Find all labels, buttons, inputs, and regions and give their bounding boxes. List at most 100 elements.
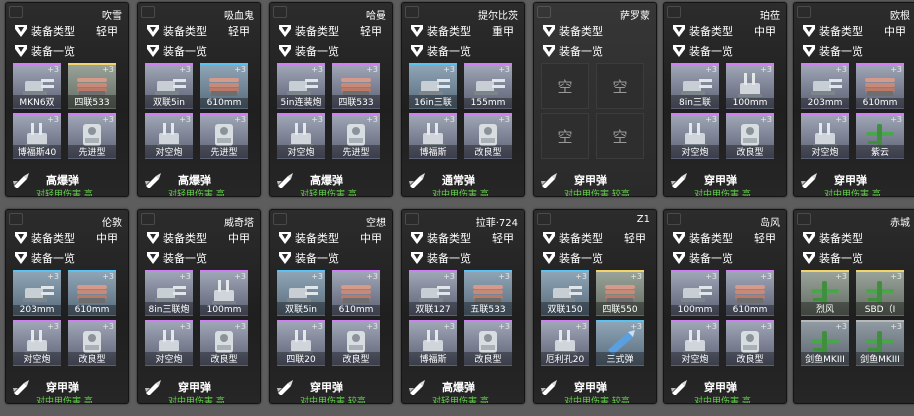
equipment-slot[interactable]: +3 四联533 (332, 63, 380, 109)
equipment-slot[interactable]: +3 203mm (801, 63, 849, 109)
equipment-slot[interactable]: +3 剑鱼MKIII (801, 320, 849, 366)
equipment-slot[interactable]: +3 对空炮 (671, 113, 719, 159)
equipment-slot-empty[interactable]: 空 (541, 113, 589, 159)
armor-type-row: 装备类型 轻甲 (542, 230, 650, 246)
equipment-name: 155mm (464, 98, 512, 108)
ship-card[interactable]: 哈曼 装备类型 轻甲 装备一览 +3 5in连装炮 +3 四联533 +3 对空炮 +3 先进型 高爆弹… (269, 2, 393, 197)
equipment-slot[interactable]: +3 改良型 (726, 320, 774, 366)
equipment-slot[interactable]: +3 8in三联 (671, 63, 719, 109)
equipment-slot[interactable]: +3 8in三联炮 (145, 270, 193, 316)
armor-type-label: 装备类型 (31, 232, 75, 245)
equipment-slot[interactable]: +3 改良型 (200, 320, 248, 366)
equipment-slot[interactable]: +3 16in三联 (409, 63, 457, 109)
ship-card[interactable]: 提尔比茨 装备类型 重甲 装备一览 +3 16in三联 +3 155mm +3 博福斯 +3 改良型通… (401, 2, 525, 197)
equipment-slot[interactable]: +3 100mm (726, 63, 774, 109)
equipment-slot[interactable]: +3 改良型 (464, 113, 512, 159)
ship-card[interactable]: 欧根 装备类型 中甲 装备一览 +3 203mm +3 610mm +3 对空炮 +3 紫云 穿甲弹 对中… (793, 2, 914, 197)
ship-card[interactable]: 空想 装备类型 中甲 装备一览 +3 双联5in +3 610mm +3 四联20 +3 改良型 穿甲弹… (269, 209, 393, 404)
equipment-name: 四联533 (68, 95, 116, 108)
equipment-name: 厄利孔20 (541, 352, 589, 365)
card-corner-mark (273, 213, 287, 225)
equipment-slot-empty[interactable]: 空 (596, 113, 644, 159)
equipment-slot[interactable]: +3 203mm (13, 270, 61, 316)
equipment-name: 三式弹 (596, 352, 644, 365)
ship-card[interactable]: 拉菲·724 装备类型 轻甲 装备一览 +3 双联127 +3 五联533 +3 博福斯 +3 改良型… (401, 209, 525, 404)
ship-card[interactable]: 赤城 装备类型 装备一览 +3 烈风 +3 SBD（I +3 剑鱼MKIII +3 剑鱼MKIII (793, 209, 914, 404)
equipment-slot-empty[interactable]: 空 (541, 63, 589, 109)
equipment-name: 先进型 (200, 145, 248, 158)
equipment-slot[interactable]: +3 对空炮 (801, 113, 849, 159)
equipment-slot[interactable]: +3 SBD（I (856, 270, 904, 316)
ship-card[interactable]: 岛风 装备类型 轻甲 装备一览 +3 100mm +3 610mm +3 对空炮 +3 改良型 穿甲弹对… (663, 209, 787, 404)
equipment-level: +3 (890, 322, 902, 331)
equipment-slot[interactable]: +3 双联127 (409, 270, 457, 316)
equipment-slot[interactable]: +3 对空炮 (13, 320, 61, 366)
equipment-slot[interactable]: +3 双联5in (277, 270, 325, 316)
equipment-level: +3 (234, 322, 246, 331)
equipment-list-label: 装备一览 (819, 252, 863, 265)
equipment-slot[interactable]: +3 改良型 (464, 320, 512, 366)
equipment-slot[interactable]: +3 博福斯40 (13, 113, 61, 159)
equipment-slot[interactable]: +3 改良型 (726, 113, 774, 159)
ship-card[interactable]: Z1 装备类型 轻甲 装备一览 +3 双联150 +3 四联550 +3 厄利孔20 +3 三式弹 穿甲… (533, 209, 657, 404)
ammo-row: 穿甲弹 (670, 380, 782, 395)
equipment-slot[interactable]: +3 对空炮 (145, 320, 193, 366)
ship-card[interactable]: 萨罗蒙 装备类型 装备一览空空空空穿甲弹 对中甲伤害 较高 (533, 2, 657, 197)
ammo-type: 穿甲弹 (704, 381, 737, 394)
equipment-slot[interactable]: +3 先进型 (68, 113, 116, 159)
equipment-slot[interactable]: +3 610mm (856, 63, 904, 109)
equipment-slot[interactable]: +3 三式弹 (596, 320, 644, 366)
equipment-slot[interactable]: +3 紫云 (856, 113, 904, 159)
equipment-slot[interactable]: +3 四联533 (68, 63, 116, 109)
equipment-level: +3 (234, 272, 246, 281)
equipment-slot-empty[interactable]: 空 (596, 63, 644, 109)
equipment-slot[interactable]: +3 厄利孔20 (541, 320, 589, 366)
equipment-slot[interactable]: +3 改良型 (68, 320, 116, 366)
ship-card[interactable]: 吹雪 装备类型 轻甲 装备一览 +3 MKN6双 +3 四联533 +3 博福斯40 +3 先进型 高爆… (5, 2, 129, 197)
armor-shield-icon (543, 232, 555, 244)
ship-card[interactable]: 伦敦 装备类型 中甲 装备一览 +3 203mm +3 610mm +3 对空炮 +3 改良型 穿甲弹对… (5, 209, 129, 404)
equipment-slot[interactable]: +3 博福斯 (409, 320, 457, 366)
equipment-level: +3 (890, 272, 902, 281)
armor-type-row: 装备类型 轻甲 (146, 23, 254, 39)
equipment-slot[interactable]: +3 610mm (332, 270, 380, 316)
ship-card[interactable]: 珀莅 装备类型 中甲 装备一览 +3 8in三联 +3 100mm +3 对空炮 +3 改良型 穿甲弹对… (663, 2, 787, 197)
damage-modifier: 对中甲伤害 较高 (564, 397, 630, 404)
ammo-type: 穿甲弹 (574, 174, 607, 187)
equipment-slot[interactable]: +3 剑鱼MKIII (856, 320, 904, 366)
equipment-slot[interactable]: +3 5in连装炮 (277, 63, 325, 109)
equipment-slot[interactable]: +3 对空炮 (671, 320, 719, 366)
equipment-slot[interactable]: +3 先进型 (332, 113, 380, 159)
equipment-slot[interactable]: +3 610mm (726, 270, 774, 316)
ship-card[interactable]: 威奇塔 装备类型 中甲 装备一览 +3 8in三联炮 +3 100mm +3 对空炮 +3 改良型 穿甲… (137, 209, 261, 404)
equipment-level: +3 (498, 322, 510, 331)
equipment-slot[interactable]: +3 对空炮 (277, 113, 325, 159)
equipment-slot[interactable]: +3 先进型 (200, 113, 248, 159)
equipment-level: +3 (760, 272, 772, 281)
equipment-slot[interactable]: +3 改良型 (332, 320, 380, 366)
equipment-slot[interactable]: +3 双联150 (541, 270, 589, 316)
damage-modifier: 对中甲伤害 高 (36, 397, 93, 404)
equipment-slot[interactable]: +3 博福斯 (409, 113, 457, 159)
equipment-slot[interactable]: +3 四联20 (277, 320, 325, 366)
equipment-slot[interactable]: +3 烈风 (801, 270, 849, 316)
equipment-slot[interactable]: +3 610mm (68, 270, 116, 316)
equipment-slot[interactable]: +3 155mm (464, 63, 512, 109)
equipment-slot[interactable]: +3 100mm (671, 270, 719, 316)
equipment-slot[interactable]: +3 MKN6双 (13, 63, 61, 109)
damage-modifier: 对轻甲伤害 高 (168, 190, 225, 197)
ship-card[interactable]: 吸血鬼 装备类型 轻甲 装备一览 +3 双联5in +3 610mm +3 对空炮 +3 先进型 高爆弹… (137, 2, 261, 197)
equipment-slot[interactable]: +3 100mm (200, 270, 248, 316)
equipment-level: +3 (179, 65, 191, 74)
damage-modifier: 对轻甲伤害 高 (36, 190, 93, 197)
equipment-slot[interactable]: +3 五联533 (464, 270, 512, 316)
equipment-slot[interactable]: +3 610mm (200, 63, 248, 109)
equipment-slot[interactable]: +3 对空炮 (145, 113, 193, 159)
equipment-level: +3 (102, 65, 114, 74)
equipment-name: 四联533 (332, 95, 380, 108)
equipment-slot[interactable]: +3 双联5in (145, 63, 193, 109)
damage-modifier: 对中甲伤害 高 (694, 397, 751, 404)
ship-name: 威奇塔 (224, 218, 254, 229)
equipment-name: 16in三联 (409, 95, 457, 108)
equipment-slot[interactable]: +3 四联550 (596, 270, 644, 316)
